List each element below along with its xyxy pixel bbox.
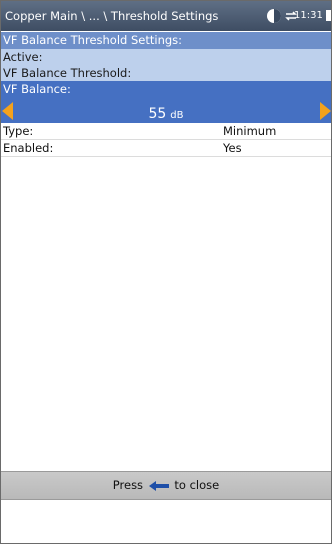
- property-row-type[interactable]: Type: Minimum: [1, 123, 331, 140]
- vf-balance-value: 55 dB: [1, 103, 331, 122]
- vf-balance-unit: dB: [170, 110, 184, 121]
- threshold-label: VF Balance Threshold:: [3, 66, 132, 80]
- app-window: Copper Main \ ... \ Threshold Settings 1…: [0, 0, 332, 544]
- hint-suffix: to close: [174, 478, 220, 492]
- property-value: Minimum: [223, 124, 277, 138]
- property-row-enabled[interactable]: Enabled: Yes: [1, 140, 331, 157]
- active-row[interactable]: Active:: [1, 49, 331, 65]
- property-value: Yes: [223, 141, 242, 155]
- battery-icon: [326, 10, 331, 21]
- close-hint-bar[interactable]: Press to close: [1, 471, 331, 500]
- breadcrumb[interactable]: Copper Main \ ... \ Threshold Settings: [5, 9, 218, 23]
- hint-prefix: Press: [112, 478, 144, 492]
- property-key: Type:: [3, 124, 34, 138]
- section-title-label: VF Balance Threshold Settings:: [3, 33, 183, 47]
- right-arrow-icon[interactable]: [319, 102, 331, 120]
- back-arrow-icon: [148, 480, 169, 491]
- vf-balance-number: 55: [148, 106, 167, 122]
- vf-balance-selector[interactable]: VF Balance: 55 dB: [1, 81, 331, 123]
- property-key: Enabled:: [3, 141, 54, 155]
- active-label: Active:: [3, 50, 43, 64]
- title-bar: Copper Main \ ... \ Threshold Settings 1…: [1, 1, 331, 31]
- threshold-row[interactable]: VF Balance Threshold:: [1, 65, 331, 81]
- section-title: VF Balance Threshold Settings:: [1, 32, 331, 49]
- status-circle-icon: [267, 9, 281, 23]
- vf-balance-label: VF Balance:: [3, 82, 71, 96]
